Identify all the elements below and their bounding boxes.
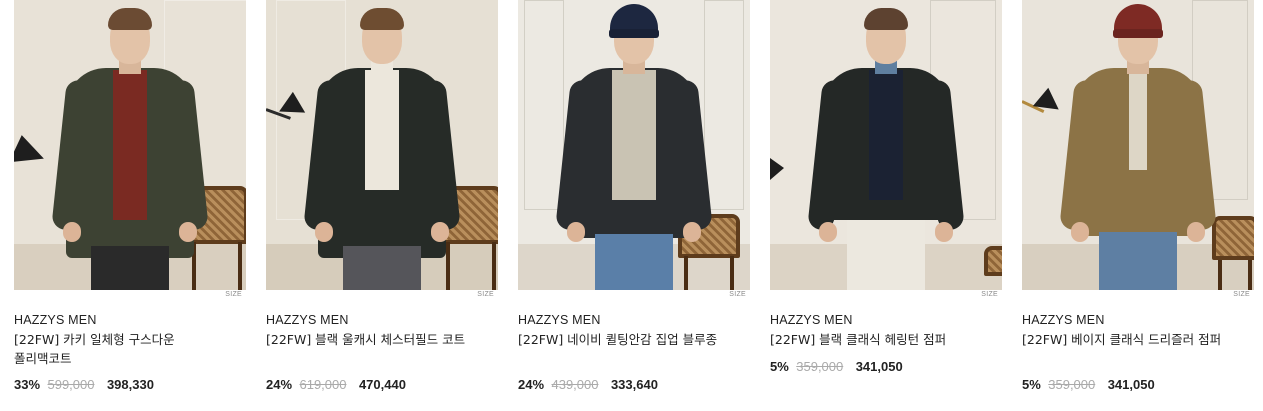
original-price: 359,000	[1048, 377, 1096, 392]
product-card[interactable]: SIZE HAZZYS MEN [22FW] 블랙 클래식 헤링턴 점퍼 5% …	[770, 0, 1002, 374]
discount-rate: 33%	[14, 377, 41, 392]
sale-price: 341,050	[1107, 377, 1155, 392]
product-card[interactable]: SIZE HAZZYS MEN [22FW] 베이지 클래식 드리즐러 점퍼 5…	[1022, 0, 1254, 392]
product-image[interactable]	[518, 0, 750, 290]
product-info: HAZZYS MEN [22FW] 블랙 울캐시 체스터필드 코트 24% 61…	[266, 312, 498, 392]
original-price: 619,000	[299, 377, 347, 392]
wall-panel-decor	[704, 0, 744, 210]
brand-name: HAZZYS MEN	[14, 313, 97, 327]
brand-name: HAZZYS MEN	[518, 313, 601, 327]
brand-name: HAZZYS MEN	[266, 313, 349, 327]
discount-rate: 24%	[266, 377, 293, 392]
product-name[interactable]: [22FW] 블랙 클래식 헤링턴 점퍼	[770, 330, 976, 349]
product-name[interactable]: [22FW] 베이지 클래식 드리즐러 점퍼	[1022, 330, 1228, 349]
price-row: 5% 359,000 341,050	[1022, 376, 1155, 394]
original-price: 359,000	[796, 359, 844, 374]
discount-rate: 5%	[770, 359, 789, 374]
brand-name: HAZZYS MEN	[770, 313, 853, 327]
size-label[interactable]: SIZE	[981, 291, 998, 298]
discount-rate: 5%	[1022, 377, 1041, 392]
size-label[interactable]: SIZE	[225, 291, 242, 298]
model-figure	[807, 0, 965, 290]
sale-price: 470,440	[358, 377, 406, 392]
original-price: 439,000	[551, 377, 599, 392]
product-card[interactable]: SIZE HAZZYS MEN [22FW] 카키 일체형 구스다운 폴리맥코트…	[14, 0, 246, 392]
product-image[interactable]	[266, 0, 498, 290]
product-card[interactable]: SIZE HAZZYS MEN [22FW] 네이비 퀼팅안감 집업 블루종 2…	[518, 0, 750, 392]
wall-lamp-icon	[770, 158, 784, 180]
model-figure	[303, 0, 461, 290]
price-row: 24% 439,000 333,640	[518, 376, 658, 394]
chair-decor	[1212, 216, 1254, 290]
product-info: HAZZYS MEN [22FW] 블랙 클래식 헤링턴 점퍼 5% 359,0…	[770, 312, 1002, 374]
sale-price: 333,640	[610, 377, 658, 392]
product-name[interactable]: [22FW] 카키 일체형 구스다운 폴리맥코트	[14, 330, 220, 368]
product-info: HAZZYS MEN [22FW] 베이지 클래식 드리즐러 점퍼 5% 359…	[1022, 312, 1254, 392]
model-figure	[51, 0, 209, 290]
brand-name: HAZZYS MEN	[1022, 313, 1105, 327]
sale-price: 341,050	[855, 359, 903, 374]
product-name[interactable]: [22FW] 블랙 울캐시 체스터필드 코트	[266, 330, 472, 349]
size-label[interactable]: SIZE	[729, 291, 746, 298]
price-row: 33% 599,000 398,330	[14, 376, 154, 394]
model-figure	[555, 0, 713, 290]
product-name[interactable]: [22FW] 네이비 퀼팅안감 집업 블루종	[518, 330, 724, 349]
price-row: 24% 619,000 470,440	[266, 376, 406, 394]
wall-panel-decor	[524, 0, 564, 210]
product-image[interactable]	[770, 0, 1002, 290]
wall-lamp-icon	[1032, 87, 1066, 121]
wall-lamp-icon	[14, 135, 49, 175]
product-info: HAZZYS MEN [22FW] 카키 일체형 구스다운 폴리맥코트 33% …	[14, 312, 246, 392]
chair-decor	[984, 246, 1002, 290]
model-figure	[1059, 0, 1217, 290]
product-image[interactable]	[14, 0, 246, 290]
size-label[interactable]: SIZE	[1233, 291, 1250, 298]
sale-price: 398,330	[106, 377, 154, 392]
product-card[interactable]: SIZE HAZZYS MEN [22FW] 블랙 울캐시 체스터필드 코트 2…	[266, 0, 498, 392]
product-info: HAZZYS MEN [22FW] 네이비 퀼팅안감 집업 블루종 24% 43…	[518, 312, 750, 392]
discount-rate: 24%	[518, 377, 545, 392]
product-grid: SIZE HAZZYS MEN [22FW] 카키 일체형 구스다운 폴리맥코트…	[0, 0, 1263, 411]
product-image[interactable]	[1022, 0, 1254, 290]
original-price: 599,000	[47, 377, 95, 392]
price-row: 5% 359,000 341,050	[770, 358, 903, 376]
size-label[interactable]: SIZE	[477, 291, 494, 298]
